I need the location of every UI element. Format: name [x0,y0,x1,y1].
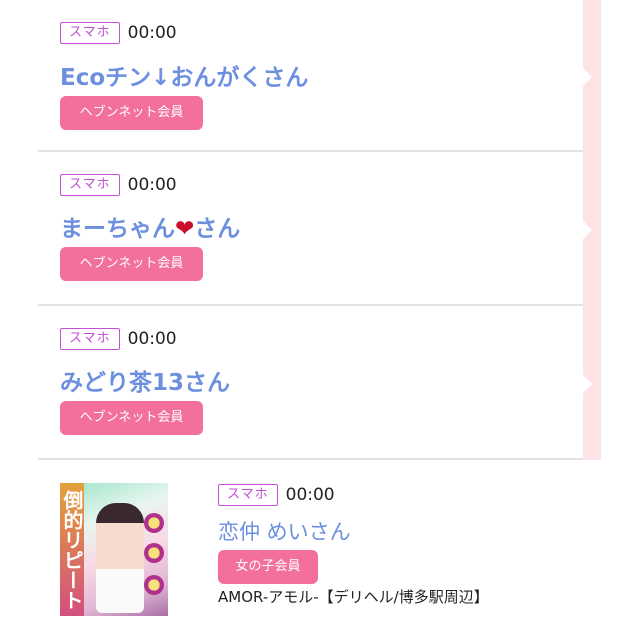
visitor-name-rest: チン↓おんがくさん [105,65,309,91]
visitor-name-suffix: さん [194,216,241,242]
side-stripe [583,0,601,460]
stripe-notch [583,68,592,86]
device-badge: スマホ [218,484,278,506]
device-badge: スマホ [60,174,120,196]
visitor-name[interactable]: Ecoチン↓おんがくさん [60,58,308,92]
shop-name-link[interactable]: AMOR-アモル-【デリヘル/博多駅周辺】 [218,586,489,607]
visitor-name-prefix: まーちゃん [60,216,175,242]
stripe-notch [583,221,592,239]
visitor-name[interactable]: みどり茶13さん [60,363,230,397]
member-type-button[interactable]: ヘブンネット会員 [60,247,203,281]
visitor-name[interactable]: まーちゃん❤さん [60,209,240,243]
list-item-with-thumbnail[interactable]: 倒的リピート スマホ 00:00 恋仲 めいさん 女の子会員 AMOR-アモル-… [38,460,583,640]
device-badge: スマホ [60,328,120,350]
thumbnail-badge [144,513,164,533]
visit-time: 00:00 [127,23,177,43]
member-type-button[interactable]: ヘブンネット会員 [60,96,203,130]
heart-icon: ❤ [175,216,195,242]
thumbnail-badge [144,575,164,595]
thumbnail-badge [144,543,164,563]
visit-time: 00:00 [127,329,177,349]
thumbnail-caption: 倒的リピート [60,483,84,616]
member-type-button[interactable]: ヘブンネット会員 [60,401,203,435]
visitor-name-prefix: Eco [60,65,106,91]
visitor-name[interactable]: 恋仲 めいさん [218,516,351,546]
stripe-notch [583,375,592,393]
visit-time: 00:00 [127,175,177,195]
device-badge: スマホ [60,22,120,44]
list-item[interactable]: スマホ 00:00 Ecoチン↓おんがくさん ヘブンネット会員 [38,0,583,152]
member-type-button[interactable]: 女の子会員 [218,550,318,584]
girl-thumbnail-image[interactable]: 倒的リピート [60,483,168,616]
list-item[interactable]: スマホ 00:00 まーちゃん❤さん ヘブンネット会員 [38,152,583,306]
visit-time: 00:00 [285,485,335,505]
visitor-list: スマホ 00:00 Ecoチン↓おんがくさん ヘブンネット会員 スマホ 00:0… [38,0,583,640]
thumbnail-figure [96,503,144,613]
list-item[interactable]: スマホ 00:00 みどり茶13さん ヘブンネット会員 [38,306,583,460]
